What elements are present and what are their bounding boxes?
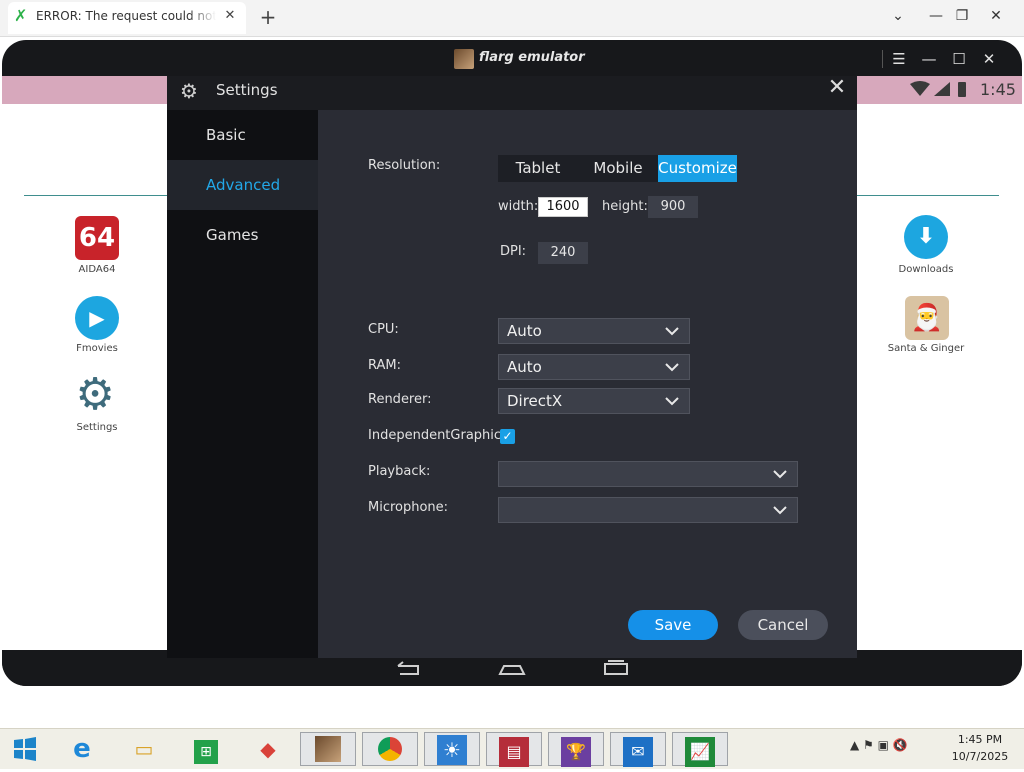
flarg-emulator-taskbar-icon[interactable] — [300, 732, 356, 766]
status-time: 1:45 — [980, 80, 1016, 99]
microphone-select[interactable] — [498, 497, 798, 523]
settings-content — [318, 110, 857, 658]
start-icon[interactable] — [0, 732, 50, 766]
independent-graphics-checkbox[interactable]: ✓ — [500, 429, 515, 444]
width-field[interactable] — [538, 197, 588, 217]
ram-select-value: Auto — [507, 358, 542, 376]
chevron-down-icon[interactable]: ⌄ — [882, 4, 914, 28]
height-field[interactable]: 900 — [648, 196, 698, 218]
app-label-settings: Settings — [76, 422, 118, 433]
status-icons — [910, 80, 970, 100]
sidebar-item-basic[interactable]: Basic — [167, 110, 318, 160]
tab-favicon-icon: ✗ — [14, 6, 28, 25]
cancel-button[interactable]: Cancel — [738, 610, 828, 640]
width-label: width: — [498, 199, 539, 214]
ram-label: RAM: — [368, 358, 401, 373]
system-tray-icons[interactable]: ▲ ⚑ ▣ 🔇 — [850, 738, 940, 758]
renderer-select-value: DirectX — [507, 392, 563, 410]
app-label-fmovies: Fmovies — [76, 343, 118, 354]
app-label-aida64: AIDA64 — [78, 264, 116, 275]
news-icon[interactable]: ▤ — [486, 732, 542, 767]
chevron-down-icon — [663, 319, 681, 343]
menu-icon[interactable]: ☰ — [888, 48, 910, 70]
chrome-icon[interactable] — [362, 732, 418, 766]
independent-graphics-label: IndependentGraphics: — [368, 428, 513, 443]
settings-title: Settings — [216, 81, 278, 99]
clock-date[interactable]: 10/7/2025 — [948, 750, 1012, 765]
playback-select[interactable] — [498, 461, 798, 487]
download-icon[interactable]: ⬇ — [904, 215, 948, 259]
dpi-label: DPI: — [500, 244, 527, 259]
emulator-logo-icon — [454, 49, 474, 69]
height-label: height: — [602, 199, 648, 214]
cpu-label: CPU: — [368, 322, 399, 337]
emulator-title: flarg emulator — [479, 50, 585, 65]
tab-tablet[interactable]: Tablet — [498, 155, 578, 182]
close-icon[interactable]: ✕ — [826, 76, 848, 100]
trophy-icon[interactable]: 🏆 — [548, 732, 604, 767]
app-red-icon[interactable]: ◆ — [240, 732, 296, 766]
playback-label: Playback: — [368, 464, 431, 479]
chevron-down-icon — [663, 355, 681, 379]
emulator-maximize-button[interactable]: ☐ — [948, 48, 970, 70]
dpi-field[interactable]: 240 — [538, 242, 588, 264]
play-icon[interactable]: ▶ — [75, 296, 119, 340]
clock-time[interactable]: 1:45 PM — [948, 733, 1012, 748]
renderer-label: Renderer: — [368, 392, 432, 407]
emulator-close-button[interactable]: ✕ — [978, 48, 1000, 70]
resolution-label: Resolution: — [368, 158, 441, 173]
gear-icon: ⚙ — [180, 79, 198, 103]
gear-icon[interactable]: ⚙ — [73, 373, 117, 417]
chevron-down-icon — [771, 462, 789, 486]
app-label-downloads: Downloads — [898, 264, 954, 275]
home-divider — [857, 195, 999, 196]
sidebar-item-games[interactable]: Games — [167, 210, 318, 260]
cpu-select[interactable]: Auto — [498, 318, 690, 344]
santa-ginger-icon[interactable]: 🎅 — [905, 296, 949, 340]
weather-icon[interactable]: ☀ — [424, 732, 480, 766]
browser-restore-button[interactable]: ❐ — [946, 4, 978, 28]
tab-customize[interactable]: Customize — [658, 155, 737, 182]
title-separator — [882, 50, 883, 68]
mail-icon[interactable]: ✉ — [610, 732, 666, 767]
emulator-minimize-button[interactable]: — — [918, 48, 940, 70]
renderer-select[interactable]: DirectX — [498, 388, 690, 414]
ie-icon[interactable]: e — [54, 732, 110, 766]
recent-apps-icon[interactable] — [602, 658, 630, 678]
home-icon[interactable] — [498, 658, 526, 678]
chevron-down-icon — [663, 389, 681, 413]
ram-select[interactable]: Auto — [498, 354, 690, 380]
microphone-label: Microphone: — [368, 500, 449, 515]
browser-tab-title[interactable]: ERROR: The request could not be satisfie… — [36, 9, 216, 25]
tab-close-icon[interactable]: ✕ — [222, 8, 238, 24]
aida64-icon[interactable]: 64 — [75, 216, 119, 260]
tab-mobile[interactable]: Mobile — [578, 155, 658, 182]
save-button[interactable]: Save — [628, 610, 718, 640]
chevron-down-icon — [771, 498, 789, 522]
app-label-santa-ginger: Santa & Ginger — [887, 343, 965, 354]
home-divider — [24, 195, 168, 196]
new-tab-button[interactable]: + — [256, 5, 280, 29]
cpu-select-value: Auto — [507, 322, 542, 340]
file-explorer-icon[interactable]: ▭ — [116, 732, 172, 766]
browser-close-button[interactable]: ✕ — [980, 4, 1012, 28]
back-icon[interactable] — [394, 658, 422, 678]
store-icon[interactable]: ⊞ — [178, 732, 234, 766]
sidebar-item-advanced[interactable]: Advanced — [167, 160, 318, 210]
finance-icon[interactable]: 📈 — [672, 732, 728, 767]
